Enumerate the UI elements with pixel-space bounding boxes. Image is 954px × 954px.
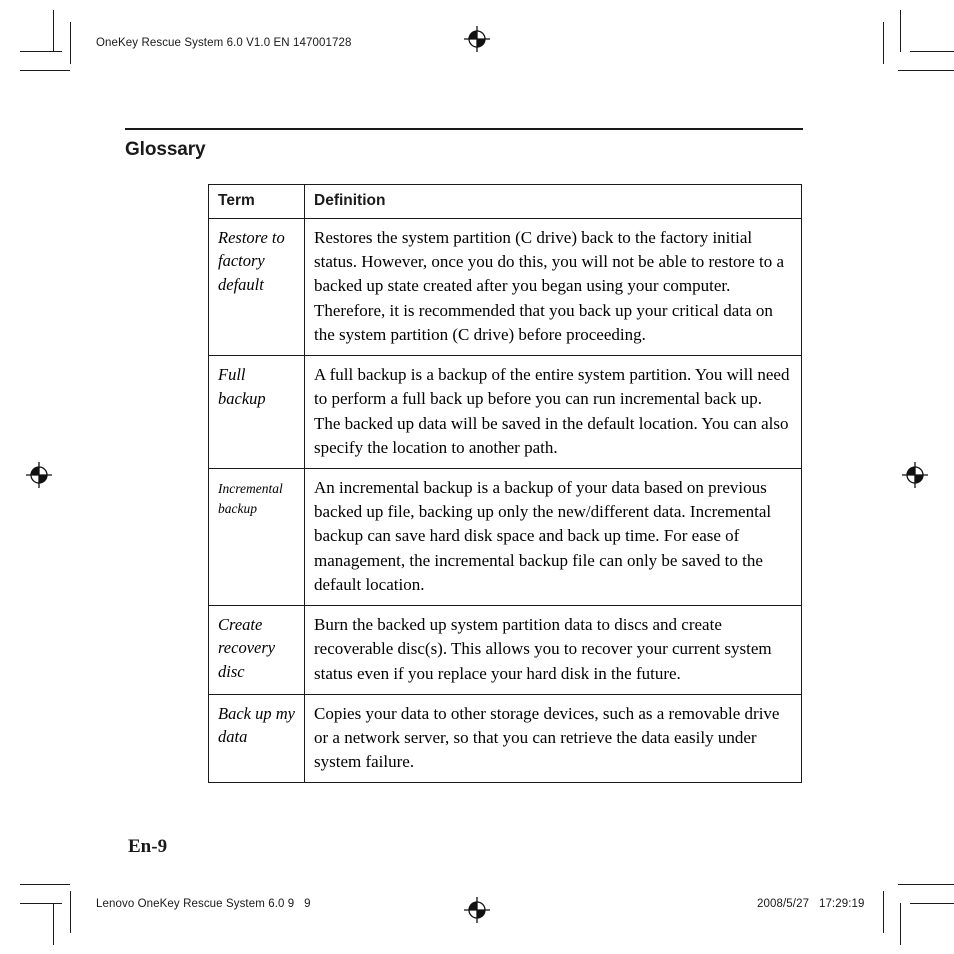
- crop-mark-top-left-horizontal-outer: [20, 51, 62, 52]
- glossary-definition: A full backup is a backup of the entire …: [304, 355, 802, 469]
- registration-target-top: [464, 26, 490, 52]
- glossary-definition: An incremental backup is a backup of you…: [304, 467, 802, 607]
- crop-mark-top-left-vertical-outer: [53, 10, 54, 52]
- crop-mark-bottom-left-vertical-inner: [70, 891, 71, 933]
- crop-mark-top-left-horizontal-inner: [20, 70, 70, 71]
- glossary-term: Restore to factory default: [208, 217, 305, 357]
- glossary-table-container: Term Definition Restore to factory defau…: [208, 184, 802, 784]
- glossary-definition: Copies your data to other storage device…: [304, 693, 802, 784]
- table-row: Restore to factory default Restores the …: [208, 217, 802, 357]
- column-header-term: Term: [208, 184, 305, 219]
- glossary-term: Back up my data: [208, 693, 305, 784]
- crop-mark-bottom-right-horizontal-inner: [898, 884, 954, 885]
- crop-mark-bottom-right-vertical-outer: [900, 903, 901, 945]
- table-header-row: Term Definition: [208, 184, 802, 219]
- glossary-definition: Restores the system partition (C drive) …: [304, 217, 802, 357]
- table-row: Back up my data Copies your data to othe…: [208, 693, 802, 784]
- table-row: Create recovery disc Burn the backed up …: [208, 605, 802, 695]
- crop-mark-bottom-left-horizontal-outer: [20, 903, 62, 904]
- crop-mark-top-right-vertical-outer: [900, 10, 901, 52]
- crop-mark-bottom-right-vertical-inner: [883, 891, 884, 933]
- glossary-term: Full backup: [208, 355, 305, 469]
- crop-mark-bottom-left-vertical-outer: [53, 903, 54, 945]
- crop-mark-top-right-vertical-inner: [883, 22, 884, 64]
- table-row: Full backup A full backup is a backup of…: [208, 355, 802, 469]
- page-number-folio: En-9: [128, 836, 168, 857]
- running-header-text: OneKey Rescue System 6.0 V1.0 EN 1470017…: [96, 37, 352, 49]
- crop-mark-bottom-left-horizontal-inner: [20, 884, 70, 885]
- crop-mark-top-right-horizontal-outer: [910, 51, 954, 52]
- registration-target-right: [902, 462, 928, 488]
- column-header-definition: Definition: [304, 184, 802, 219]
- crop-mark-top-right-horizontal-inner: [898, 70, 954, 71]
- table-row: Incremental backup An incremental backup…: [208, 467, 802, 607]
- glossary-term: Create recovery disc: [208, 605, 305, 695]
- registration-target-left: [26, 462, 52, 488]
- registration-target-bottom: [464, 897, 490, 923]
- crop-mark-bottom-right-horizontal-outer: [910, 903, 954, 904]
- glossary-table-body: Restore to factory default Restores the …: [208, 217, 802, 784]
- glossary-term: Incremental backup: [208, 467, 305, 607]
- footer-left-text: Lenovo OneKey Rescue System 6.0 9 9: [96, 898, 311, 910]
- crop-mark-top-left-vertical-inner: [70, 22, 71, 64]
- page-content-block: Glossary: [125, 128, 803, 161]
- glossary-table: Term Definition Restore to factory defau…: [208, 184, 802, 784]
- glossary-definition: Burn the backed up system partition data…: [304, 605, 802, 695]
- page-title: Glossary: [125, 138, 206, 160]
- section-title-rule: [125, 128, 803, 130]
- footer-right-timestamp: 2008/5/27 17:29:19: [757, 898, 865, 910]
